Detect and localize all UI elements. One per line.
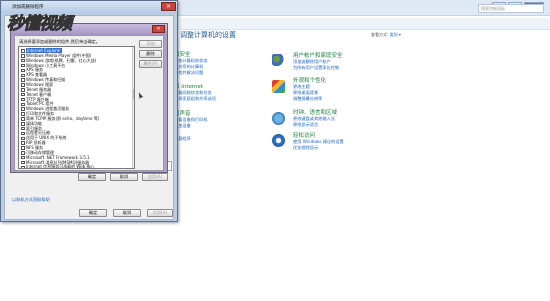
category-user-accounts[interactable]: 用户帐户和家庭安全 添加或删除用户帐户 为所有用户设置家长控制 xyxy=(293,51,343,71)
view-by[interactable]: 查看方式: 类别 ▾ xyxy=(371,32,401,38)
inner-apply-button[interactable]: 应用(A) xyxy=(142,173,168,181)
list-item-label: Internet 信息服务可承载的 Web 核心 xyxy=(26,164,95,169)
category-network[interactable]: 和 Internet 查看网络状态和任务 选择家庭组和共享选项 xyxy=(174,82,216,102)
watermark-logo: 秒懂视频 xyxy=(7,14,73,35)
components-dialog: ✕ 请选择要添加或删除的组件,然后单击确定。 Internet Explorer… xyxy=(10,23,168,173)
component-list[interactable]: Internet Explorer Windows Media Player 组件… xyxy=(18,46,135,169)
category-appearance[interactable]: 外观和个性化 更改主题 更改桌面背景 调整屏幕分辨率 xyxy=(293,76,326,102)
category-system-security[interactable]: 和安全 检查计算机的状态 备份您的计算机 查找并解决问题 xyxy=(174,50,208,76)
search-input[interactable]: 搜索控制面板 xyxy=(478,4,544,13)
category-ease-of-access[interactable]: 轻松访问 使用 Windows 建议的设置 优化视频显示 xyxy=(293,131,344,151)
view-by-value[interactable]: 类别 xyxy=(390,32,398,37)
category-title[interactable]: 和安全 xyxy=(174,50,208,58)
checkbox[interactable] xyxy=(21,165,25,168)
scrollbar[interactable] xyxy=(132,47,134,168)
page-title: 调整计算机的设置 xyxy=(180,31,236,39)
close-icon[interactable]: ✕ xyxy=(152,25,165,33)
properties-button[interactable]: 属性(P) xyxy=(139,60,162,68)
category-clock-language[interactable]: 时钟、语言和区域 更改键盘或其他输入法 更改显示语言 xyxy=(293,108,337,128)
inner-cancel-button[interactable]: 取消 xyxy=(110,173,138,181)
help-link[interactable]: 以联机方式获取帮助 xyxy=(12,197,50,203)
category-link[interactable]: 为所有用户设置家长控制 xyxy=(293,65,343,71)
address-bar xyxy=(180,18,550,30)
globe-clock-icon[interactable] xyxy=(272,112,285,125)
ok-button[interactable]: 确定 xyxy=(79,209,107,217)
category-title[interactable]: 和 Internet xyxy=(174,82,216,90)
category-link[interactable]: 调整屏幕分辨率 xyxy=(293,96,326,102)
add-button[interactable]: 添加 xyxy=(139,40,162,48)
category-link[interactable]: 选择家庭组和共享选项 xyxy=(174,96,216,102)
instruction-text: 请选择要添加或删除的组件,然后单击确定。 xyxy=(19,39,100,44)
category-link[interactable]: 添加设备 xyxy=(174,123,208,129)
category-title[interactable]: 和声音 xyxy=(174,109,208,117)
category-title[interactable]: 用户帐户和家庭安全 xyxy=(293,51,343,59)
inner-dialog-body: 请选择要添加或删除的组件,然后单击确定。 Internet Explorer Wi… xyxy=(14,35,164,171)
inner-ok-button[interactable]: 确定 xyxy=(78,173,106,181)
category-title[interactable]: 外观和个性化 xyxy=(293,76,326,84)
apply-button[interactable]: 应用(A) xyxy=(147,209,173,217)
view-by-label: 查看方式: xyxy=(371,32,389,37)
category-hardware-sound[interactable]: 和声音 查看设备和打印机 添加设备 xyxy=(174,109,208,129)
add-remove-programs-dialog: 添加或删除程序 ✕ 以联机方式获取帮助 确定 取消 应用(A) ✕ 请选择要添加… xyxy=(0,0,178,222)
category-title[interactable]: 时钟、语言和区域 xyxy=(293,108,337,116)
category-title[interactable]: 轻松访问 xyxy=(293,131,344,139)
personalization-icon[interactable] xyxy=(272,80,285,93)
ease-of-access-icon[interactable] xyxy=(272,134,285,147)
users-icon[interactable] xyxy=(272,54,285,67)
list-item[interactable]: Internet 信息服务可承载的 Web 核心 xyxy=(21,164,131,169)
scrollbar-thumb[interactable] xyxy=(133,89,134,99)
close-icon[interactable]: ✕ xyxy=(161,2,176,11)
category-link[interactable]: 查找并解决问题 xyxy=(174,70,208,76)
cancel-button[interactable]: 取消 xyxy=(113,209,141,217)
category-link[interactable]: 优化视频显示 xyxy=(293,145,344,151)
remove-button[interactable]: 删除 xyxy=(139,50,162,58)
category-link[interactable]: 更改显示语言 xyxy=(293,122,337,128)
